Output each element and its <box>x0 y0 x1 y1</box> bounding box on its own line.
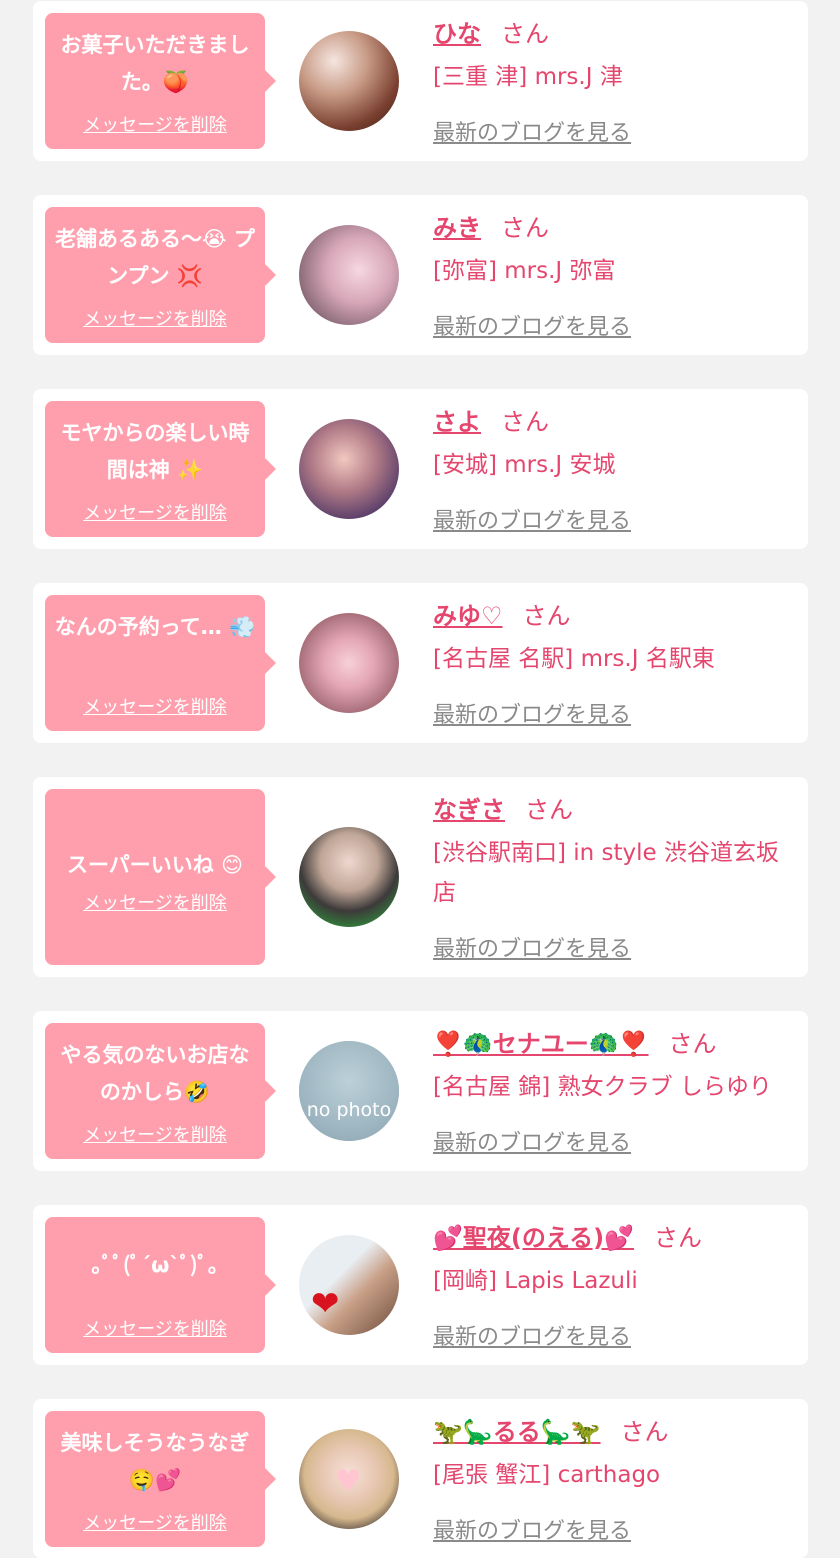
sender-name[interactable]: ひな <box>433 20 481 48</box>
latest-blog-link[interactable]: 最新のブログを見る <box>433 1513 631 1545</box>
sender-info: ❣️🦚セナユー🦚❣️ さん [名古屋 錦] 熟女クラブ しらゆり <box>433 1027 798 1107</box>
message-card: やる気のないお店なのかしら🤣 メッセージを削除 no photo ❣️🦚セナユー… <box>33 1011 808 1171</box>
honorific: さん <box>525 796 573 824</box>
shop-name: [安城] mrs.J 安城 <box>433 452 616 478</box>
message-text: お菓子いただきました。🍑 <box>60 33 250 94</box>
message-bubble: お菓子いただきました。🍑 メッセージを削除 <box>45 13 276 149</box>
message-bubble: ｡ﾟﾟ(ﾟ´ω`ﾟ)ﾟ｡ メッセージを削除 <box>45 1217 276 1353</box>
message-bubble: なんの予約って… 💨 メッセージを削除 <box>45 595 276 731</box>
sender-name[interactable]: 🦖🦕るる🦕🦖 <box>433 1418 601 1446</box>
delete-message-link[interactable]: メッセージを削除 <box>45 1121 265 1147</box>
sender-name[interactable]: さよ <box>433 408 481 436</box>
no-photo-placeholder <box>299 1041 399 1141</box>
sender-info: なぎさ さん [渋谷駅南口] in style 渋谷道玄坂店 <box>433 793 798 913</box>
latest-blog-link[interactable]: 最新のブログを見る <box>433 503 631 535</box>
message-card: なんの予約って… 💨 メッセージを削除 みゆ♡ さん [名古屋 名駅] mrs.J… <box>33 583 808 743</box>
avatar[interactable] <box>299 31 399 131</box>
message-card: 美味しそうなうなぎ🤤💕 メッセージを削除 ♥ 🦖🦕るる🦕🦖 さん [尾張 蟹江] … <box>33 1399 808 1558</box>
avatar[interactable]: ♥ <box>299 1429 399 1529</box>
no-photo-text: no photo <box>306 1099 392 1121</box>
heart-shape: ❤ <box>311 1284 340 1324</box>
latest-blog-link[interactable]: 最新のブログを見る <box>433 1319 631 1351</box>
message-card: モヤからの楽しい時間は神 ✨ メッセージを削除 さよ さん [安城] mrs.J … <box>33 389 808 549</box>
delete-message-link[interactable]: メッセージを削除 <box>45 111 265 137</box>
message-text: 美味しそうなうなぎ🤤💕 <box>60 1431 250 1492</box>
message-text: 老舗あるある〜😭 プンプン 💢 <box>55 227 255 288</box>
avatar-photo <box>299 225 399 325</box>
honorific: さん <box>501 214 549 242</box>
sender-name[interactable]: みき <box>433 214 481 242</box>
honorific: さん <box>501 408 549 436</box>
delete-message-link[interactable]: メッセージを削除 <box>45 499 265 525</box>
message-bubble: スーパーいいね 😊 メッセージを削除 <box>45 789 276 965</box>
sender-info: さよ さん [安城] mrs.J 安城 <box>433 405 798 485</box>
honorific: さん <box>653 1224 702 1252</box>
shop-name: [三重 津] mrs.J 津 <box>433 64 623 90</box>
avatar-photo <box>299 31 399 131</box>
message-card: スーパーいいね 😊 メッセージを削除 なぎさ さん [渋谷駅南口] in styl… <box>33 777 808 977</box>
message-card: お菓子いただきました。🍑 メッセージを削除 ひな さん [三重 津] mrs.J … <box>33 1 808 161</box>
message-text: やる気のないお店なのかしら🤣 <box>60 1043 250 1104</box>
message-bubble: 美味しそうなうなぎ🤤💕 メッセージを削除 <box>45 1411 276 1547</box>
honorific: さん <box>501 20 549 48</box>
message-text: スーパーいいね 😊 <box>67 853 243 877</box>
message-bubble: モヤからの楽しい時間は神 ✨ メッセージを削除 <box>45 401 276 537</box>
shop-name: [岡崎] Lapis Lazuli <box>433 1268 638 1294</box>
honorific: さん <box>620 1418 669 1446</box>
message-text: ｡ﾟﾟ(ﾟ´ω`ﾟ)ﾟ｡ <box>91 1253 219 1277</box>
face-blur-heart: ♥ <box>334 1464 362 1499</box>
sender-name[interactable]: みゆ♡ <box>433 602 503 630</box>
shop-name: [名古屋 錦] 熟女クラブ しらゆり <box>433 1074 772 1100</box>
avatar[interactable]: ❤ <box>299 1235 399 1335</box>
message-text: なんの予約って… 💨 <box>54 615 256 639</box>
delete-message-link[interactable]: メッセージを削除 <box>45 305 265 331</box>
honorific: さん <box>522 602 571 630</box>
sender-info: ひな さん [三重 津] mrs.J 津 <box>433 17 798 97</box>
sender-info: 💕聖夜(のえる)💕 さん [岡崎] Lapis Lazuli <box>433 1221 798 1301</box>
delete-message-link[interactable]: メッセージを削除 <box>45 1315 265 1341</box>
avatar[interactable] <box>299 827 399 927</box>
avatar-photo <box>299 419 399 519</box>
message-list: お菓子いただきました。🍑 メッセージを削除 ひな さん [三重 津] mrs.J … <box>0 0 840 1558</box>
avatar-photo <box>299 827 399 927</box>
sender-info: 🦖🦕るる🦕🦖 さん [尾張 蟹江] carthago <box>433 1415 798 1495</box>
latest-blog-link[interactable]: 最新のブログを見る <box>433 309 631 341</box>
sender-info: みゆ♡ さん [名古屋 名駅] mrs.J 名駅東 <box>433 599 798 679</box>
sender-name[interactable]: ❣️🦚セナユー🦚❣️ <box>433 1030 649 1058</box>
message-card: 老舗あるある〜😭 プンプン 💢 メッセージを削除 みき さん [弥富] mrs.J… <box>33 195 808 355</box>
sender-name[interactable]: 💕聖夜(のえる)💕 <box>433 1224 634 1252</box>
shop-name: [名古屋 名駅] mrs.J 名駅東 <box>433 646 715 672</box>
message-bubble: 老舗あるある〜😭 プンプン 💢 メッセージを削除 <box>45 207 276 343</box>
avatar-photo <box>299 613 399 713</box>
latest-blog-link[interactable]: 最新のブログを見る <box>433 115 631 147</box>
sender-name[interactable]: なぎさ <box>433 796 505 824</box>
message-bubble: やる気のないお店なのかしら🤣 メッセージを削除 <box>45 1023 276 1159</box>
avatar[interactable] <box>299 419 399 519</box>
delete-message-link[interactable]: メッセージを削除 <box>45 889 265 915</box>
honorific: さん <box>668 1030 717 1058</box>
avatar[interactable]: no photo <box>299 1041 399 1141</box>
shop-name: [尾張 蟹江] carthago <box>433 1462 661 1488</box>
avatar[interactable] <box>299 225 399 325</box>
message-card: ｡ﾟﾟ(ﾟ´ω`ﾟ)ﾟ｡ メッセージを削除 ❤ 💕聖夜(のえる)💕 さん [岡崎]… <box>33 1205 808 1365</box>
latest-blog-link[interactable]: 最新のブログを見る <box>433 697 631 729</box>
delete-message-link[interactable]: メッセージを削除 <box>45 1509 265 1535</box>
latest-blog-link[interactable]: 最新のブログを見る <box>433 1125 631 1157</box>
shop-name: [弥富] mrs.J 弥富 <box>433 258 616 284</box>
sender-info: みき さん [弥富] mrs.J 弥富 <box>433 211 798 291</box>
delete-message-link[interactable]: メッセージを削除 <box>45 693 265 719</box>
latest-blog-link[interactable]: 最新のブログを見る <box>433 931 631 963</box>
avatar[interactable] <box>299 613 399 713</box>
message-text: モヤからの楽しい時間は神 ✨ <box>60 421 250 482</box>
shop-name: [渋谷駅南口] in style 渋谷道玄坂店 <box>433 840 779 906</box>
